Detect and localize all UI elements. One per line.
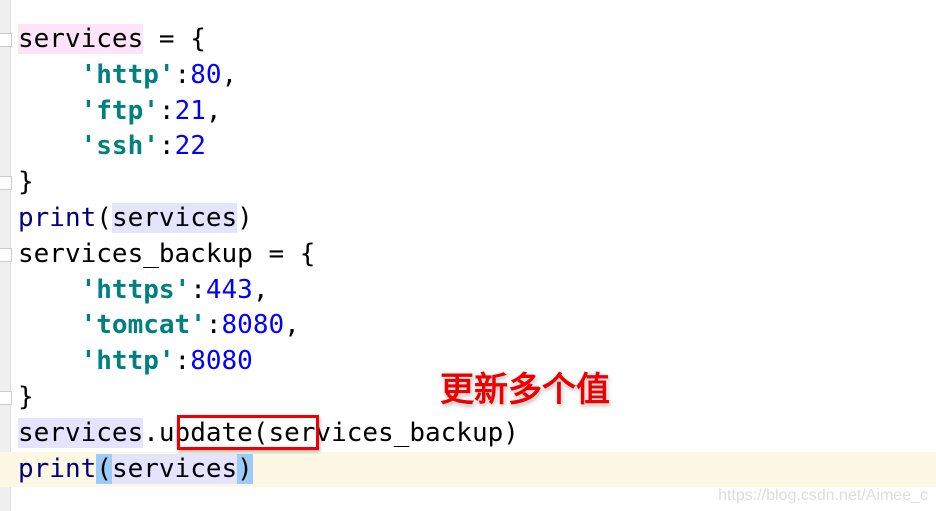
code-token: 80 — [190, 59, 222, 90]
code-line[interactable]: print(services) — [0, 451, 936, 488]
code-token: 'ssh' — [80, 131, 159, 162]
code-line[interactable]: } — [18, 165, 936, 201]
code-token: 22 — [174, 131, 206, 162]
watermark: https://blog.csdn.net/Aimee_c — [718, 487, 928, 504]
code-token: , — [205, 95, 222, 126]
code-token: print — [18, 453, 97, 484]
code-token: } — [18, 381, 34, 412]
fold-icon[interactable] — [0, 248, 12, 262]
fold-icon[interactable] — [0, 391, 12, 405]
code-token: services — [18, 24, 144, 54]
code-line[interactable]: 'ssh':22 — [18, 129, 936, 165]
code-line[interactable]: services = { — [18, 22, 936, 58]
code-token: 8080 — [190, 346, 253, 377]
code-token: } — [18, 167, 34, 198]
code-line[interactable]: 'tomcat':8080, — [18, 308, 936, 344]
fold-icon[interactable] — [0, 176, 12, 190]
code-token: : — [174, 59, 191, 90]
code-token: 'tomcat' — [80, 310, 206, 341]
code-token: 443 — [205, 274, 253, 305]
code-token: : — [174, 346, 191, 377]
code-token: ) — [237, 202, 253, 233]
fold-icon[interactable] — [0, 33, 12, 47]
code-line[interactable]: services_backup = { — [18, 237, 936, 273]
code-token: = { — [143, 24, 206, 54]
code-token: services — [111, 202, 238, 233]
code-token: : — [205, 310, 222, 341]
code-token: 8080 — [221, 310, 285, 341]
code-editor[interactable]: services = { 'http':80, 'ftp':21, 'ssh':… — [0, 22, 936, 488]
code-token: ( — [96, 453, 112, 484]
code-token: : — [190, 274, 206, 305]
code-token: : — [158, 131, 175, 162]
code-token: 'http' — [80, 59, 175, 90]
code-line[interactable]: services.update(services_backup) — [18, 416, 936, 452]
code-token: ( — [96, 202, 112, 233]
code-token: 'http' — [80, 346, 175, 377]
annotation-text: 更新多个值 — [440, 370, 610, 410]
highlight-box — [177, 415, 319, 450]
code-token: print — [18, 202, 97, 233]
code-token: , — [221, 59, 238, 90]
code-token: , — [284, 310, 300, 341]
code-token: 'https' — [80, 274, 191, 305]
code-line[interactable]: 'ftp':21, — [18, 94, 936, 130]
code-token: 21 — [174, 95, 206, 126]
code-token: : — [158, 95, 175, 126]
code-line[interactable]: 'https':443, — [18, 273, 936, 309]
code-line[interactable]: print(services) — [18, 201, 936, 237]
code-token: services_backup = { — [18, 238, 316, 269]
code-token: ) — [237, 453, 253, 484]
code-token: 'ftp' — [80, 95, 159, 126]
code-token: services — [18, 417, 144, 448]
code-line[interactable]: 'http':80, — [18, 58, 936, 94]
code-token: , — [252, 274, 269, 305]
code-token: services — [111, 453, 238, 484]
